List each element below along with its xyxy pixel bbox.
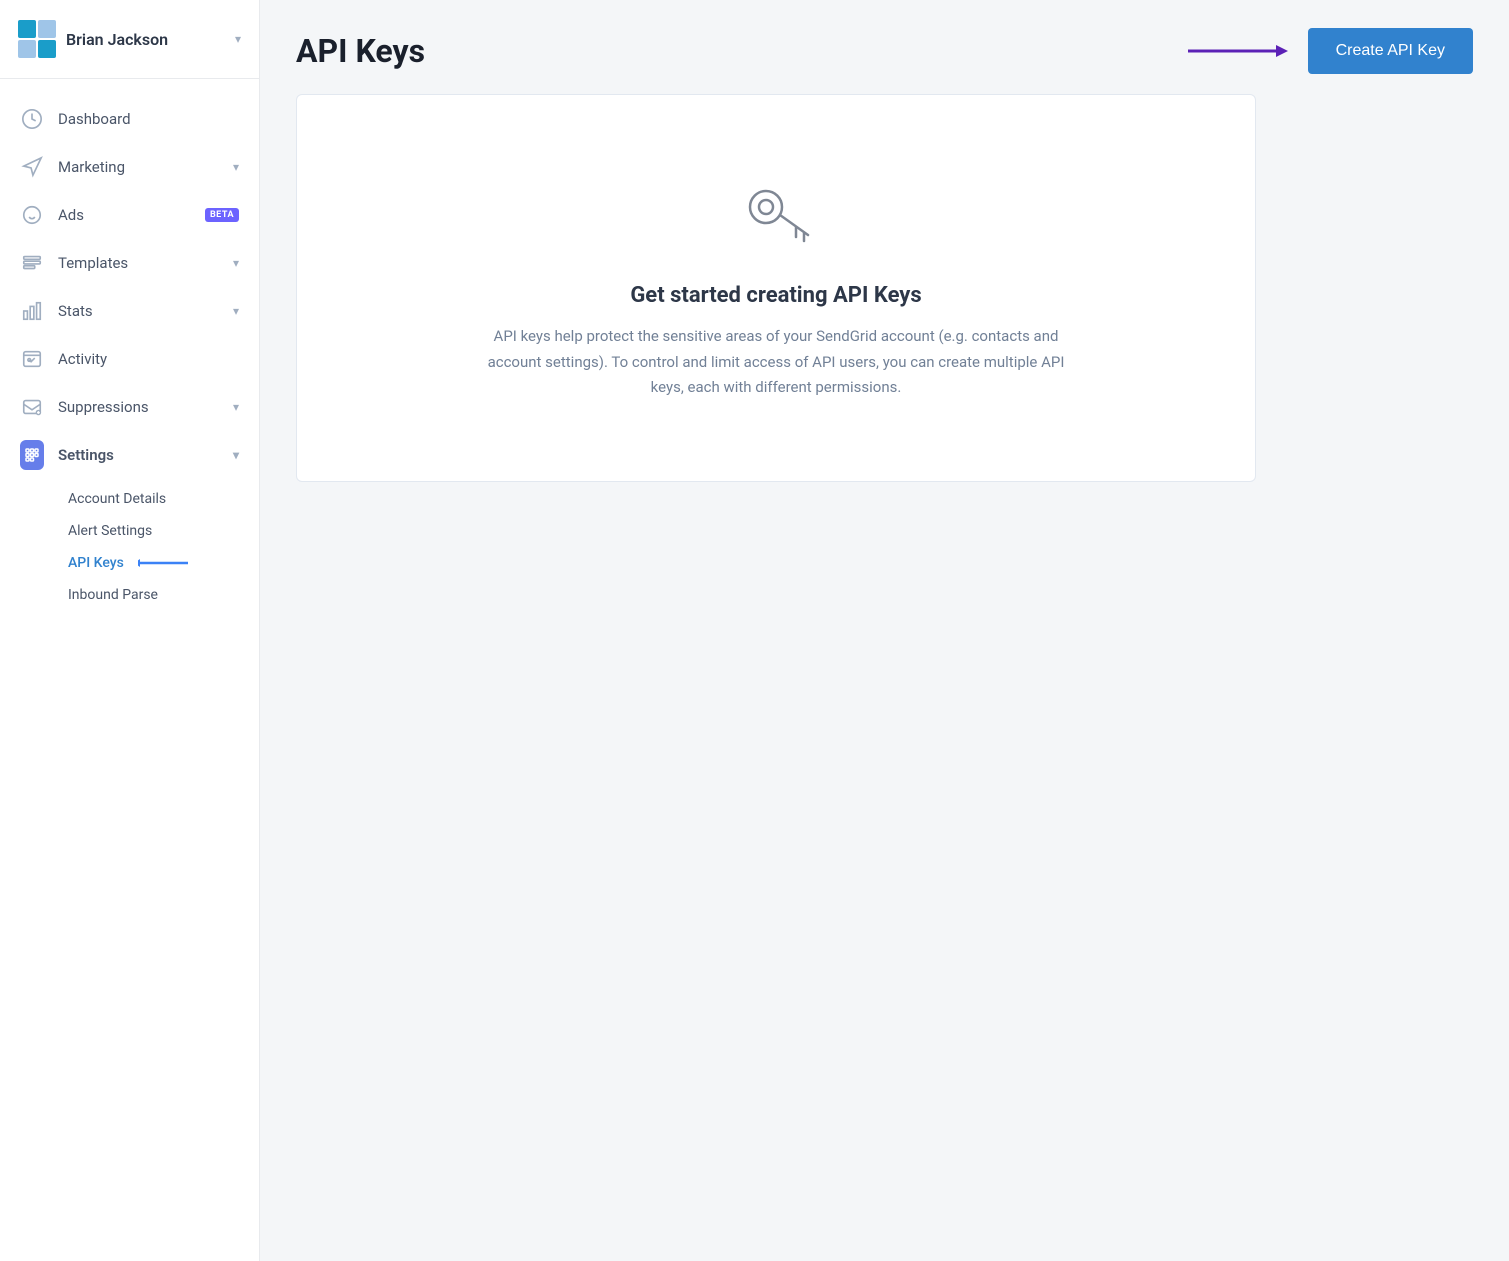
- settings-chevron-icon: ▾: [233, 448, 239, 462]
- empty-state-title: Get started creating API Keys: [630, 283, 921, 308]
- user-logo-icon: [18, 20, 56, 58]
- marketing-icon: [20, 155, 44, 179]
- sidebar-item-stats-label: Stats: [58, 302, 219, 320]
- chevron-down-icon: ▾: [235, 32, 241, 46]
- sidebar-item-dashboard-label: Dashboard: [58, 110, 239, 128]
- header-right: Create API Key: [1188, 28, 1473, 74]
- sidebar-item-stats[interactable]: Stats ▾: [0, 287, 259, 335]
- sidebar-item-marketing-label: Marketing: [58, 158, 219, 176]
- api-keys-label: API Keys: [68, 555, 124, 571]
- templates-chevron-icon: ▾: [233, 256, 239, 270]
- suppressions-chevron-icon: ▾: [233, 400, 239, 414]
- activity-icon: [20, 347, 44, 371]
- sub-nav-alert-settings[interactable]: Alert Settings: [58, 515, 259, 547]
- main-content: Get started creating API Keys API keys h…: [260, 94, 1509, 518]
- templates-icon: [20, 251, 44, 275]
- sidebar-item-activity-label: Activity: [58, 350, 239, 368]
- arrow-right-decoration: [1188, 41, 1288, 61]
- sidebar-item-activity[interactable]: Activity: [0, 335, 259, 383]
- nav-section: Dashboard Marketing ▾ Ads BETA: [0, 79, 259, 631]
- user-header[interactable]: Brian Jackson ▾: [0, 0, 259, 79]
- sidebar-item-ads-label: Ads: [58, 206, 187, 224]
- sidebar-item-templates-label: Templates: [58, 254, 219, 272]
- ads-icon: [20, 203, 44, 227]
- sidebar-item-settings-label: Settings: [58, 446, 219, 464]
- user-name: Brian Jackson: [66, 30, 225, 49]
- dashboard-icon: [20, 107, 44, 131]
- marketing-chevron-icon: ▾: [233, 160, 239, 174]
- sidebar-item-dashboard[interactable]: Dashboard: [0, 95, 259, 143]
- sidebar: Brian Jackson ▾ Dashboard Marketing ▾: [0, 0, 260, 1261]
- ads-beta-badge: BETA: [205, 208, 239, 222]
- empty-state-card: Get started creating API Keys API keys h…: [296, 94, 1256, 482]
- settings-sub-nav: Account Details Alert Settings API Keys …: [0, 479, 259, 615]
- create-api-key-button[interactable]: Create API Key: [1308, 28, 1473, 74]
- sidebar-item-marketing[interactable]: Marketing ▾: [0, 143, 259, 191]
- stats-chevron-icon: ▾: [233, 304, 239, 318]
- sub-nav-api-keys[interactable]: API Keys: [58, 547, 259, 579]
- main-content-area: API Keys Create API Key: [260, 0, 1509, 1261]
- key-icon: [736, 175, 816, 259]
- suppressions-icon: [20, 395, 44, 419]
- main-header: API Keys Create API Key: [260, 0, 1509, 94]
- sidebar-item-templates[interactable]: Templates ▾: [0, 239, 259, 287]
- empty-state-description: API keys help protect the sensitive area…: [486, 324, 1066, 401]
- settings-icon: [20, 443, 44, 467]
- sub-nav-inbound-parse[interactable]: Inbound Parse: [58, 579, 259, 611]
- page-title: API Keys: [296, 32, 425, 70]
- sidebar-item-settings[interactable]: Settings ▾: [0, 431, 259, 479]
- sidebar-item-suppressions-label: Suppressions: [58, 398, 219, 416]
- api-keys-arrow-icon: [138, 557, 190, 569]
- sub-nav-account-details[interactable]: Account Details: [58, 483, 259, 515]
- stats-icon: [20, 299, 44, 323]
- sidebar-item-ads[interactable]: Ads BETA: [0, 191, 259, 239]
- sidebar-item-suppressions[interactable]: Suppressions ▾: [0, 383, 259, 431]
